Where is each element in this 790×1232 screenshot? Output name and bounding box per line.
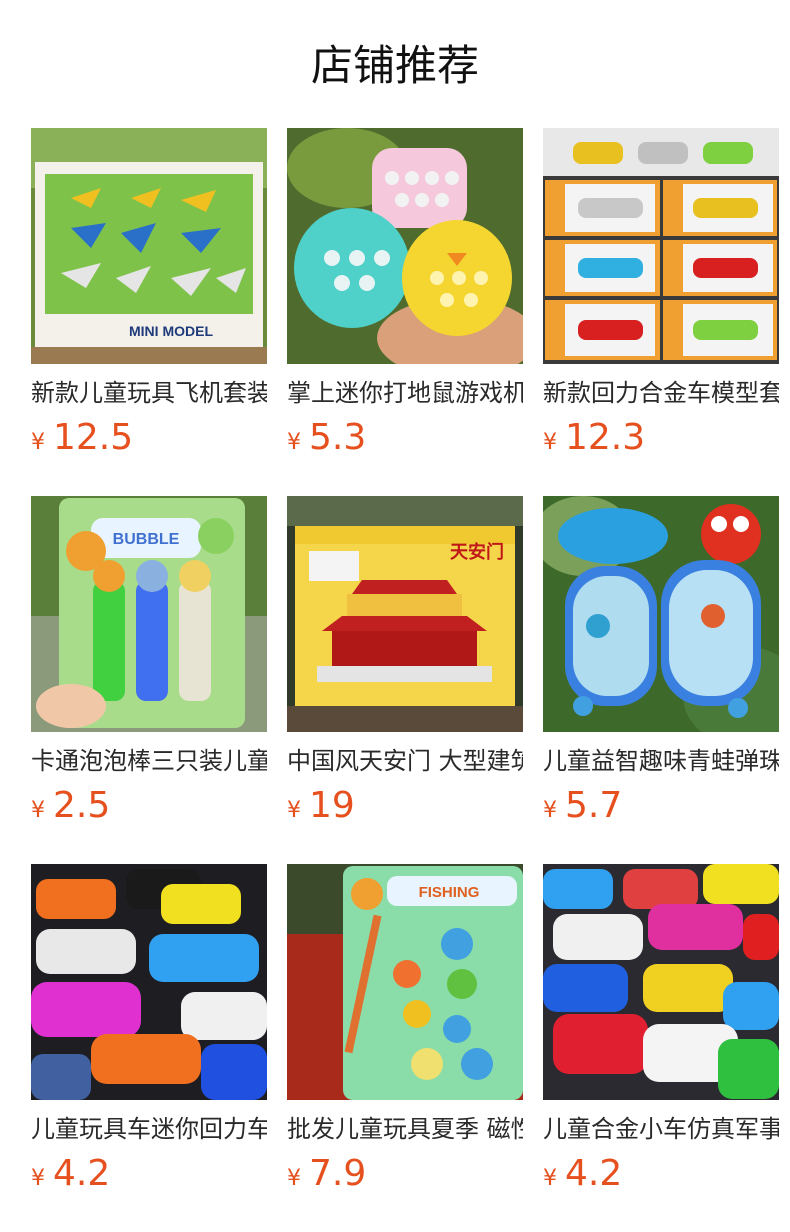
currency-symbol: ¥	[287, 798, 301, 823]
product-card[interactable]: FISHING 批发儿童玩具夏季 磁性钓鱼 ¥7.9	[287, 864, 523, 1232]
product-price: ¥19	[287, 784, 523, 834]
product-card[interactable]: 儿童玩具车迷你回力车 ¥4.2	[31, 864, 267, 1232]
product-price: ¥5.3	[287, 416, 523, 466]
product-title[interactable]: 新款回力合金车模型套装	[543, 378, 779, 408]
product-card[interactable]: 儿童合金小车仿真军事 ¥4.2	[543, 864, 779, 1232]
price-value: 2.5	[53, 785, 111, 826]
product-image[interactable]	[543, 128, 779, 364]
product-price: ¥5.7	[543, 784, 779, 834]
product-price: ¥2.5	[31, 784, 267, 834]
product-title[interactable]: 批发儿童玩具夏季 磁性钓鱼	[287, 1114, 523, 1144]
currency-symbol: ¥	[543, 798, 557, 823]
box-label: 天安门	[450, 541, 504, 562]
product-title[interactable]: 儿童合金小车仿真军事	[543, 1114, 779, 1144]
product-image[interactable]: BUBBLE	[31, 496, 267, 732]
product-image[interactable]	[543, 864, 779, 1100]
currency-symbol: ¥	[543, 1166, 557, 1191]
box-label: FISHING	[419, 884, 480, 901]
product-card[interactable]: BUBBLE 卡通泡泡棒三只装儿童 ¥2.5	[31, 496, 267, 864]
product-card[interactable]: 新款回力合金车模型套装 ¥12.3	[543, 128, 779, 496]
box-label: BUBBLE	[113, 531, 180, 548]
product-image[interactable]: MINI MODEL	[31, 128, 267, 364]
price-value: 12.3	[565, 417, 646, 458]
product-price: ¥7.9	[287, 1152, 523, 1202]
product-card[interactable]: 天安门 中国风天安门 大型建筑积木 ¥19	[287, 496, 523, 864]
currency-symbol: ¥	[31, 1166, 45, 1191]
price-value: 19	[309, 785, 355, 826]
product-card[interactable]: 掌上迷你打地鼠游戏机 ¥5.3	[287, 128, 523, 496]
price-value: 7.9	[309, 1153, 367, 1194]
price-value: 12.5	[53, 417, 134, 458]
currency-symbol: ¥	[31, 798, 45, 823]
product-grid: MINI MODEL 新款儿童玩具飞机套装 ¥12.5 掌上迷你打地鼠游戏机 ¥…	[31, 128, 779, 1232]
product-image[interactable]	[31, 864, 267, 1100]
product-price: ¥12.3	[543, 416, 779, 466]
price-value: 4.2	[53, 1153, 111, 1194]
product-card[interactable]: 儿童益智趣味青蛙弹珠 ¥5.7	[543, 496, 779, 864]
product-card[interactable]: MINI MODEL 新款儿童玩具飞机套装 ¥12.5	[31, 128, 267, 496]
product-title[interactable]: 新款儿童玩具飞机套装	[31, 378, 267, 408]
product-price: ¥12.5	[31, 416, 267, 466]
page-title: 店铺推荐	[310, 41, 479, 90]
product-image[interactable]	[287, 128, 523, 364]
price-value: 5.3	[309, 417, 367, 458]
currency-symbol: ¥	[287, 1166, 301, 1191]
price-value: 4.2	[565, 1153, 623, 1194]
currency-symbol: ¥	[31, 430, 45, 455]
product-title[interactable]: 中国风天安门 大型建筑积木	[287, 746, 523, 776]
currency-symbol: ¥	[543, 430, 557, 455]
box-label: MINI MODEL	[129, 323, 213, 339]
product-price: ¥4.2	[31, 1152, 267, 1202]
currency-symbol: ¥	[287, 430, 301, 455]
product-image[interactable]	[543, 496, 779, 732]
product-title[interactable]: 儿童益智趣味青蛙弹珠	[543, 746, 779, 776]
product-image[interactable]: FISHING	[287, 864, 523, 1100]
product-title[interactable]: 卡通泡泡棒三只装儿童	[31, 746, 267, 776]
product-image[interactable]: 天安门	[287, 496, 523, 732]
price-value: 5.7	[565, 785, 623, 826]
product-title[interactable]: 掌上迷你打地鼠游戏机	[287, 378, 523, 408]
product-title[interactable]: 儿童玩具车迷你回力车	[31, 1114, 267, 1144]
product-price: ¥4.2	[543, 1152, 779, 1202]
